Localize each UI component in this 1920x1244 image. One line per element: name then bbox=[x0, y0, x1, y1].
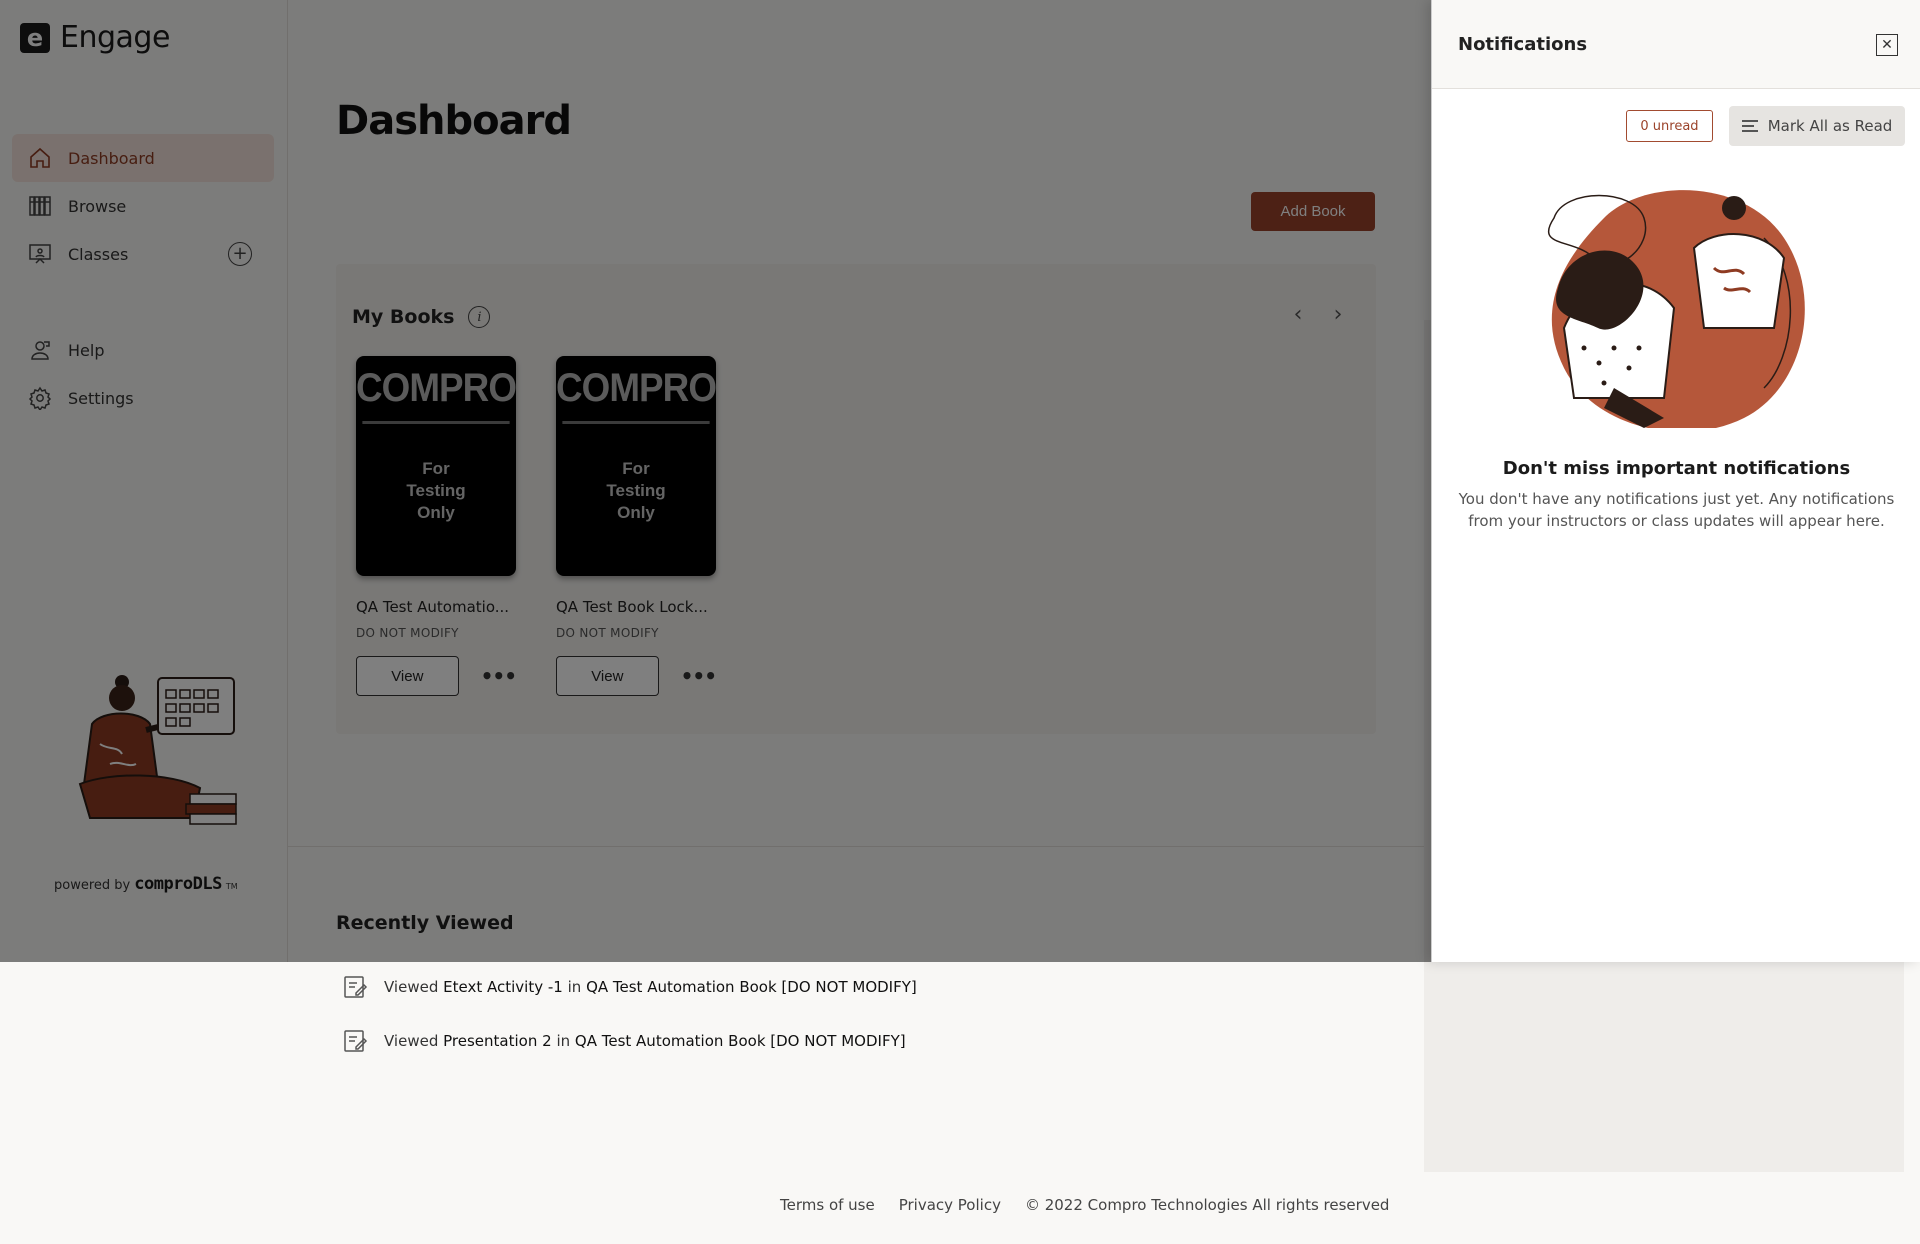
recent-book-name[interactable]: QA Test Automation Book [DO NOT MODIFY] bbox=[575, 1032, 906, 1050]
notifications-title: Notifications bbox=[1458, 34, 1588, 55]
list-item[interactable]: Viewed Presentation 2 in QA Test Automat… bbox=[342, 1014, 917, 1068]
recent-item-text: Viewed Etext Activity -1 in QA Test Auto… bbox=[384, 978, 917, 996]
list-lines-icon bbox=[1741, 120, 1758, 132]
privacy-link[interactable]: Privacy Policy bbox=[899, 1196, 1001, 1214]
recent-item-text: Viewed Presentation 2 in QA Test Automat… bbox=[384, 1032, 906, 1050]
recent-verb: Viewed bbox=[384, 1032, 439, 1050]
empty-notifications-illustration bbox=[1547, 190, 1805, 428]
empty-state-title: Don't miss important notifications bbox=[1502, 458, 1851, 479]
edit-document-icon bbox=[344, 976, 368, 998]
recent-item-name[interactable]: Etext Activity -1 bbox=[443, 978, 563, 996]
mark-all-read-button[interactable]: Mark All as Read bbox=[1729, 106, 1905, 146]
footer: Terms of use Privacy Policy © 2022 Compr… bbox=[780, 1196, 1389, 1214]
recent-verb: Viewed bbox=[384, 978, 439, 996]
empty-state-text: You don't have any notifications just ye… bbox=[1458, 490, 1895, 530]
recently-viewed-list: Viewed Etext Activity -1 in QA Test Auto… bbox=[342, 960, 917, 1068]
drawer-header: Notifications ✕ bbox=[1432, 0, 1920, 89]
copyright: © 2022 Compro Technologies All rights re… bbox=[1024, 1196, 1390, 1214]
recent-item-name[interactable]: Presentation 2 bbox=[443, 1032, 552, 1050]
recent-in: in bbox=[556, 1032, 571, 1050]
recent-in: in bbox=[567, 978, 582, 996]
list-item[interactable]: Viewed Etext Activity -1 in QA Test Auto… bbox=[342, 960, 917, 1014]
terms-link[interactable]: Terms of use bbox=[780, 1196, 875, 1214]
mark-all-read-label: Mark All as Read bbox=[1767, 117, 1893, 135]
edit-document-icon bbox=[344, 1030, 368, 1052]
close-icon[interactable]: ✕ bbox=[1876, 34, 1898, 56]
recent-book-name[interactable]: QA Test Automation Book [DO NOT MODIFY] bbox=[586, 978, 917, 996]
unread-badge: 0 unread bbox=[1626, 110, 1713, 142]
notifications-drawer: Notifications ✕ 0 unread Mark All as Rea… bbox=[1431, 0, 1920, 962]
